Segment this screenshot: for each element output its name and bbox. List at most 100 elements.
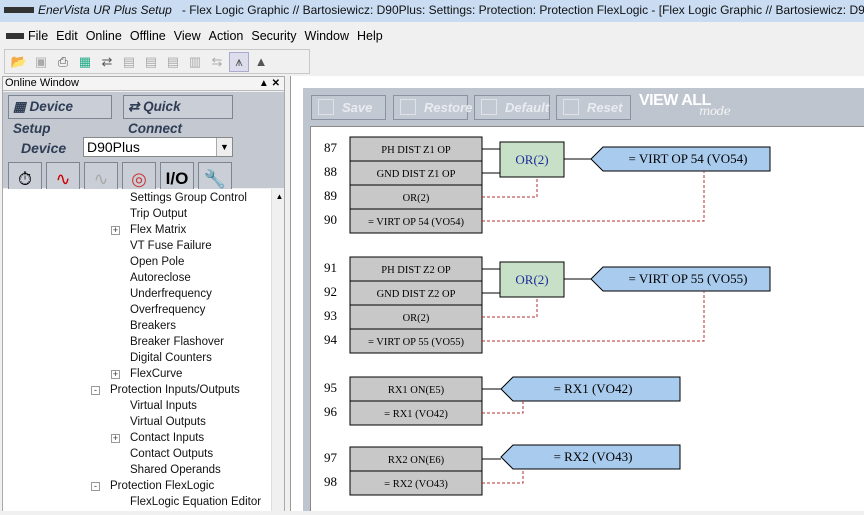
line-number: 91 (324, 260, 337, 275)
line-number: 96 (324, 404, 338, 419)
quick-connect-icon[interactable]: ⇄ (97, 52, 117, 72)
save-label: Save (342, 100, 373, 115)
tree-item[interactable]: Breaker Flashover (130, 334, 224, 350)
gate-label: OR(2) (515, 272, 548, 287)
line-number: 93 (324, 308, 337, 323)
output-label: = RX1 (VO42) (554, 381, 633, 396)
expand-icon[interactable]: + (111, 434, 120, 443)
online-window-title: Online Window (5, 77, 79, 89)
report-icon[interactable]: ▥ (185, 52, 205, 72)
mode-label: mode (699, 104, 731, 118)
online-window: Online Window ▲ ✕ ▦ Device Setup ⇄ Quick … (2, 76, 285, 511)
tree-item[interactable]: FlexLogic Equation Editor (130, 494, 261, 510)
operand-label: = RX2 (VO43) (384, 479, 448, 490)
pin-icon[interactable]: ▲ (259, 78, 269, 89)
compare-icon[interactable]: ⇆ (207, 52, 227, 72)
dashed-link (482, 177, 538, 198)
menu-view[interactable]: View (174, 29, 201, 43)
tree-item[interactable]: Settings Group Control (130, 190, 247, 206)
device-panel: ▦ Device Setup ⇄ Quick Connect Device D9… (3, 92, 284, 196)
tree-item[interactable]: Protection Inputs/Outputs (110, 382, 240, 398)
save-icon (318, 99, 334, 115)
device-setup-button[interactable]: ▦ Device Setup (8, 95, 112, 136)
quick-connect-icon: ⇄ (128, 99, 144, 114)
collapse-icon[interactable]: - (91, 386, 100, 395)
operand-label: RX1 ON(E5) (388, 385, 445, 396)
default-icon (481, 99, 497, 115)
dashed-link (482, 291, 705, 342)
menu-security[interactable]: Security (251, 29, 296, 43)
line-number: 87 (324, 140, 338, 155)
tree-item[interactable]: Protection FlexLogic (110, 478, 214, 494)
scroll-up-icon[interactable]: ▲ (272, 189, 284, 205)
app-title: EnerVista UR Plus Setup (38, 3, 172, 17)
add-icon[interactable]: ▤ (119, 52, 139, 72)
output-label: = VIRT OP 54 (VO54) (629, 151, 748, 166)
chevron-down-icon[interactable]: ▼ (216, 138, 232, 156)
collapse-icon[interactable]: - (91, 482, 100, 491)
tree-item[interactable]: Flex Matrix (130, 222, 186, 238)
settings-tree: Settings Group Control Trip Output + Flex M… (3, 189, 284, 511)
expand-icon[interactable]: + (111, 226, 120, 235)
tree-scrollbar[interactable]: ▲ (271, 189, 284, 511)
tower-icon[interactable]: ⩚ (229, 51, 249, 72)
tree-item[interactable]: Breakers (130, 318, 176, 334)
operand-label: GND DIST Z1 OP (377, 169, 456, 180)
save-button[interactable]: Save (311, 95, 386, 120)
device-select[interactable]: D90Plus ▼ (83, 137, 233, 157)
operand-label: PH DIST Z2 OP (381, 265, 451, 276)
line-number: 98 (324, 474, 337, 489)
tree-item[interactable]: Virtual Inputs (130, 398, 197, 414)
tree-item[interactable]: Contact Outputs (130, 446, 213, 462)
close-icon[interactable]: ✕ (272, 78, 280, 89)
tree-item[interactable]: FlexCurve (130, 366, 182, 382)
operand-label: = RX1 (VO42) (384, 409, 448, 420)
tree-item[interactable]: Shared Operands (130, 462, 221, 478)
tree-item[interactable]: Virtual Outputs (130, 414, 206, 430)
device-value: D90Plus (87, 139, 140, 155)
restore-icon[interactable]: ▤ (141, 52, 161, 72)
expand-icon[interactable]: + (111, 370, 120, 379)
operand-label: = VIRT OP 55 (VO55) (368, 337, 465, 348)
tree-item[interactable]: Open Pole (130, 254, 184, 270)
tree-item[interactable]: Contact Inputs (130, 430, 204, 446)
quick-connect-button[interactable]: ⇄ Quick Connect (123, 95, 233, 136)
menu-help[interactable]: Help (357, 29, 383, 43)
default-icon[interactable]: ▤ (163, 52, 183, 72)
reset-label: Reset (587, 100, 623, 115)
menu-action[interactable]: Action (209, 29, 244, 43)
line-number: 97 (324, 450, 338, 465)
menu-edit[interactable]: Edit (56, 29, 78, 43)
gate-label: OR(2) (515, 152, 548, 167)
tree-item[interactable]: Overfrequency (130, 302, 205, 318)
restore-label: Restore (424, 100, 473, 115)
app-logo-icon (4, 6, 34, 13)
default-button[interactable]: Default (474, 95, 550, 120)
tree-item[interactable]: VT Fuse Failure (130, 238, 212, 254)
tower-alt-icon[interactable]: ▲ (251, 52, 271, 72)
device-label: Device (21, 140, 67, 156)
device-setup-icon: ▦ (13, 99, 30, 114)
menu-window[interactable]: Window (305, 29, 349, 43)
menu-file[interactable]: File (28, 29, 48, 43)
print-icon[interactable]: ⎙ (53, 52, 73, 72)
tree-item[interactable]: Digital Counters (130, 350, 212, 366)
open-icon[interactable]: 📂 (9, 52, 29, 72)
menu-online[interactable]: Online (86, 29, 122, 43)
restore-icon (400, 99, 416, 115)
restore-button[interactable]: Restore (393, 95, 472, 120)
save-icon[interactable]: ▣ (31, 52, 51, 72)
menu-offline[interactable]: Offline (130, 29, 166, 43)
tree-item[interactable]: Autoreclose (130, 270, 191, 286)
view-all-mode-button[interactable]: VIEW ALL mode (639, 92, 731, 118)
line-number: 92 (324, 284, 337, 299)
menu-logo-icon (6, 32, 24, 39)
menu-bar: File Edit Online Offline View Action Security W… (0, 25, 864, 47)
device-setup-icon[interactable]: ▦ (75, 52, 95, 72)
tree-item[interactable]: Underfrequency (130, 286, 212, 302)
operand-label: = VIRT OP 54 (VO54) (368, 217, 465, 228)
dashed-link (482, 297, 538, 318)
tree-item[interactable]: Trip Output (130, 206, 187, 222)
default-label: Default (505, 100, 550, 115)
reset-button[interactable]: Reset (556, 95, 631, 120)
